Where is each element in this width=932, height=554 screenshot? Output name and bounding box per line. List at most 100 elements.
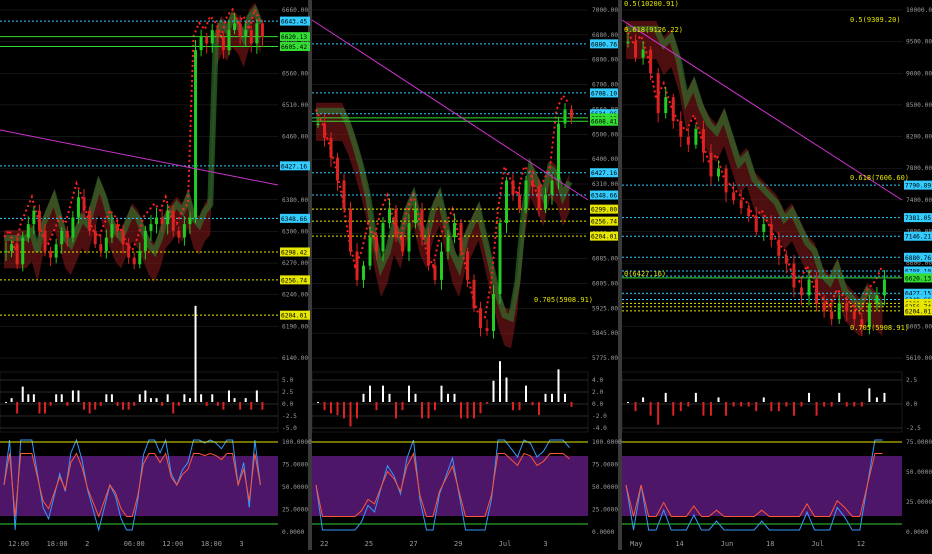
candle-body xyxy=(388,208,391,224)
price-tick-label: 5775.00 xyxy=(592,355,618,362)
macd-bar xyxy=(823,402,826,407)
candle-body xyxy=(238,23,242,37)
candle-body xyxy=(199,36,203,51)
macd-bar xyxy=(702,402,705,416)
candle-body xyxy=(323,123,326,138)
macd-bar xyxy=(770,402,773,412)
price-tick-label: 9000.00 xyxy=(906,70,932,77)
candle-body xyxy=(104,237,108,251)
macd-bar xyxy=(512,402,514,411)
macd-bar xyxy=(755,402,758,412)
stoch-tick-label: 75.0000 xyxy=(906,439,932,446)
candle-body xyxy=(518,194,521,209)
macd-bar xyxy=(216,402,219,406)
candle-body xyxy=(205,36,209,44)
time-tick-label: 06:00 xyxy=(124,540,145,548)
macd-bar xyxy=(105,394,108,402)
macd-bar xyxy=(440,385,443,402)
macd-bar xyxy=(785,402,788,407)
panel-separator xyxy=(308,0,312,550)
time-tick-label: 18:00 xyxy=(201,540,222,548)
macd-bar xyxy=(792,402,795,416)
price-tick-label: 6400.00 xyxy=(592,156,618,163)
macd-bar xyxy=(211,394,214,402)
macd-bar xyxy=(421,402,423,419)
time-tick-label: Jun xyxy=(721,540,734,548)
candle-body xyxy=(837,303,841,320)
macd-bar xyxy=(110,394,113,402)
price-level-label: 6204.01 xyxy=(905,308,931,315)
candle-body xyxy=(375,237,378,252)
candle-body xyxy=(557,123,560,181)
price-level-label: 6256.74 xyxy=(281,277,307,284)
macd-bar xyxy=(177,402,180,406)
candle-body xyxy=(127,244,131,258)
candle-body xyxy=(505,180,508,224)
candle-body xyxy=(99,244,103,251)
macd-bar xyxy=(49,402,52,406)
candle-body xyxy=(21,237,25,265)
price-level-label: 7790.89 xyxy=(905,183,931,190)
price-tick-label: 6005.00 xyxy=(592,280,618,287)
price-tick-label: 6270.00 xyxy=(282,260,308,267)
macd-bar xyxy=(122,402,125,410)
macd-bar xyxy=(838,392,841,402)
macd-bar xyxy=(369,385,371,402)
price-tick-label: 8500.00 xyxy=(906,102,932,109)
macd-bar xyxy=(505,377,508,402)
macd-bar xyxy=(479,402,482,414)
stoch-tick-label: 75.0000 xyxy=(592,462,618,469)
macd-tick-label: -2.5 xyxy=(282,413,297,420)
candle-body xyxy=(414,208,417,224)
candle-body xyxy=(216,30,220,37)
candle-body xyxy=(626,41,630,44)
macd-bar xyxy=(687,402,690,407)
price-tick-label: 5610.00 xyxy=(906,355,932,362)
macd-bar xyxy=(233,398,236,402)
fib-annotation: 0.5(9309.20) xyxy=(850,16,901,24)
macd-bar xyxy=(434,402,436,411)
macd-tick-label: 0.0 xyxy=(592,401,603,408)
macd-tick-label: 0.0 xyxy=(906,401,917,408)
macd-bar xyxy=(762,397,765,402)
candle-body xyxy=(875,295,879,304)
macd-bar xyxy=(830,402,833,407)
price-tick-label: 10000.00 xyxy=(906,7,932,14)
macd-tick-label: 5.0 xyxy=(282,377,293,384)
stoch-tick-label: 100.0000 xyxy=(282,439,312,446)
macd-bar xyxy=(486,402,488,404)
price-tick-label: 7400.00 xyxy=(906,197,932,204)
price-level-label: 6880.76 xyxy=(905,255,931,262)
price-level-label: 6708.10 xyxy=(591,90,617,97)
time-tick-label: 12:00 xyxy=(8,540,29,548)
macd-bar xyxy=(261,402,264,410)
macd-bar xyxy=(330,402,332,414)
chart-canvas[interactable]: 6660.006610.006560.006510.006460.006420.… xyxy=(0,0,932,550)
macd-bar xyxy=(133,402,136,406)
candle-body xyxy=(485,328,489,332)
price-level-label: 6348.66 xyxy=(281,216,307,223)
candle-body xyxy=(60,230,64,245)
candle-body xyxy=(227,30,231,51)
stoch-tick-label: 50.0000 xyxy=(282,484,308,491)
macd-bar xyxy=(853,402,856,407)
macd-bar xyxy=(144,390,147,402)
macd-bar xyxy=(557,369,560,402)
macd-bar xyxy=(551,393,553,402)
macd-bar xyxy=(694,392,697,402)
candle-body xyxy=(709,152,713,177)
time-tick-label: 14 xyxy=(675,540,683,548)
fib-annotation: 0(6427.16) xyxy=(624,270,666,278)
candle-body xyxy=(394,208,398,238)
candle-body xyxy=(49,250,53,258)
macd-panel xyxy=(621,371,903,433)
macd-bar xyxy=(883,392,886,402)
macd-bar xyxy=(38,402,41,414)
macd-bar xyxy=(149,398,152,402)
candle-body xyxy=(149,224,153,231)
macd-bar xyxy=(800,402,803,407)
candle-body xyxy=(762,224,766,232)
candle-body xyxy=(88,210,92,231)
macd-bar xyxy=(222,402,225,410)
time-tick-label: 27 xyxy=(409,540,417,548)
